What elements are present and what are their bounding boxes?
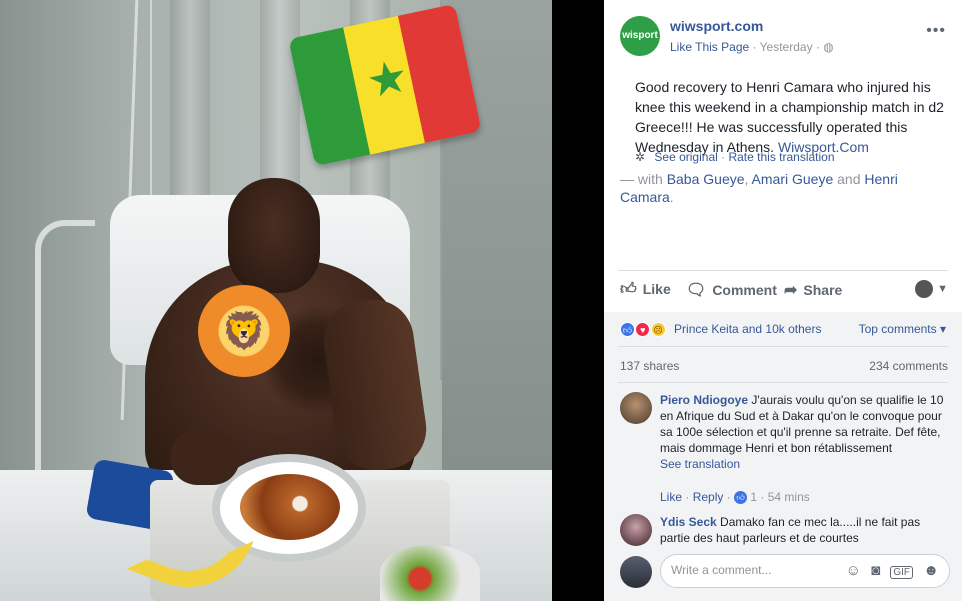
shares-count[interactable]: 137 shares (620, 359, 679, 373)
post-header: wisport wiwsport.com Like This Page · Ye… (620, 16, 950, 60)
emoji-icon[interactable]: ☺ (846, 562, 861, 579)
tag-link[interactable]: Baba Gueye (667, 171, 745, 187)
lion-face-icon: 🦁 (198, 285, 290, 377)
divider (618, 270, 948, 271)
like-reaction-icon: 👍︎ (620, 322, 635, 338)
tagged-people: — with Baba Gueye, Amari Gueye and Henri… (620, 171, 898, 205)
patient-hand (170, 430, 240, 485)
sad-reaction-icon: ☹ (650, 322, 666, 338)
post-time[interactable]: Yesterday (760, 40, 813, 54)
share-button[interactable]: ➦ Share (784, 280, 842, 300)
page-name-link[interactable]: wiwsport.com (670, 18, 763, 34)
reaction-names[interactable]: Prince Keita and 10k others (674, 322, 821, 336)
engagement-counts: 137 shares 234 comments (620, 359, 948, 373)
like-reaction-icon: 👍︎ (734, 491, 748, 505)
speech-bubble-icon: 🗨︎ (686, 282, 707, 299)
translation-row: ✲ See original · Rate this translation (635, 150, 835, 164)
sticker-icon[interactable]: ☻ (923, 562, 939, 579)
gear-icon: ✲ (635, 150, 646, 164)
comment-composer: ☺ ◙ GIF ☻ (620, 554, 950, 588)
comments-count[interactable]: 234 comments (869, 359, 948, 373)
divider (618, 382, 948, 383)
more-options-icon[interactable]: ••• (926, 22, 946, 40)
avatar (620, 556, 652, 588)
share-label: Share (803, 282, 843, 298)
avatar (915, 280, 934, 298)
see-original-link[interactable]: See original (654, 150, 717, 164)
comment-body: Piero Ndiogoye J'aurais voulu qu'on se q… (660, 392, 952, 472)
comment-input[interactable] (671, 563, 841, 577)
commenter-name[interactable]: Ydis Seck (660, 515, 717, 529)
commenter-name[interactable]: Piero Ndiogoye (660, 393, 748, 407)
post-photo[interactable]: ★ 🦁 (0, 0, 552, 601)
comment-body: Ydis Seck Damako fan ce mec la.....il ne… (660, 514, 952, 546)
comment-like-count[interactable]: 1 (750, 490, 757, 504)
share-arrow-icon: ➦ (784, 282, 798, 299)
composer-icons: ☺ ◙ GIF ☻ (840, 562, 939, 579)
comment-item: Piero Ndiogoye J'aurais voulu qu'on se q… (620, 392, 950, 510)
caret-down-icon: ▾ (939, 322, 946, 336)
photo-divider (552, 0, 604, 601)
rate-translation-link[interactable]: Rate this translation (728, 150, 834, 164)
post-body: Good recovery to Henri Camara who injure… (635, 77, 951, 157)
post-meta: Like This Page · Yesterday · ◍ (670, 40, 834, 54)
like-page-link[interactable]: Like This Page (670, 40, 749, 54)
comment-like-link[interactable]: Like (660, 490, 682, 504)
top-comments-dropdown[interactable]: Top comments ▾ (859, 322, 946, 336)
comment-item: Ydis Seck Damako fan ce mec la.....il ne… (620, 514, 950, 550)
gif-icon[interactable]: GIF (890, 566, 914, 579)
tag-link[interactable]: Amari Gueye (752, 171, 834, 187)
patient-head (228, 178, 320, 293)
comment-reply-link[interactable]: Reply (693, 490, 724, 504)
action-bar: 👍︎ Like 🗨︎ Comment ➦ Share ▼ (618, 274, 948, 308)
post-panel: wisport wiwsport.com Like This Page · Ye… (604, 0, 962, 601)
comment-time[interactable]: 54 mins (768, 490, 810, 504)
comment-box[interactable]: ☺ ◙ GIF ☻ (660, 554, 950, 588)
with-prefix: — with (620, 171, 663, 187)
page-avatar[interactable]: wisport (620, 16, 660, 56)
like-label: Like (642, 281, 671, 297)
spaghetti (240, 474, 340, 540)
globe-icon: ◍ (823, 40, 834, 54)
comment-label: Comment (712, 282, 777, 298)
reactions-summary[interactable]: 👍︎ ♥ ☹ Prince Keita and 10k others (620, 322, 821, 338)
love-reaction-icon: ♥ (635, 322, 651, 338)
avatar[interactable] (620, 392, 652, 424)
divider (618, 346, 948, 347)
and-text: and (837, 171, 861, 187)
salad-bowl (380, 545, 480, 601)
comment-button[interactable]: 🗨︎ Comment (686, 280, 777, 300)
thumbs-up-icon: 👍︎ (620, 281, 637, 298)
post-as-selector[interactable]: ▼ (915, 280, 948, 298)
comment-meta: Like · Reply · 👍︎ 1 · 54 mins (660, 490, 810, 505)
top-comments-label: Top comments (858, 322, 937, 336)
chevron-down-icon: ▼ (937, 282, 948, 295)
see-translation-link[interactable]: See translation (660, 456, 952, 472)
camera-icon[interactable]: ◙ (871, 562, 880, 579)
avatar[interactable] (620, 514, 652, 546)
like-button[interactable]: 👍︎ Like (620, 280, 671, 299)
